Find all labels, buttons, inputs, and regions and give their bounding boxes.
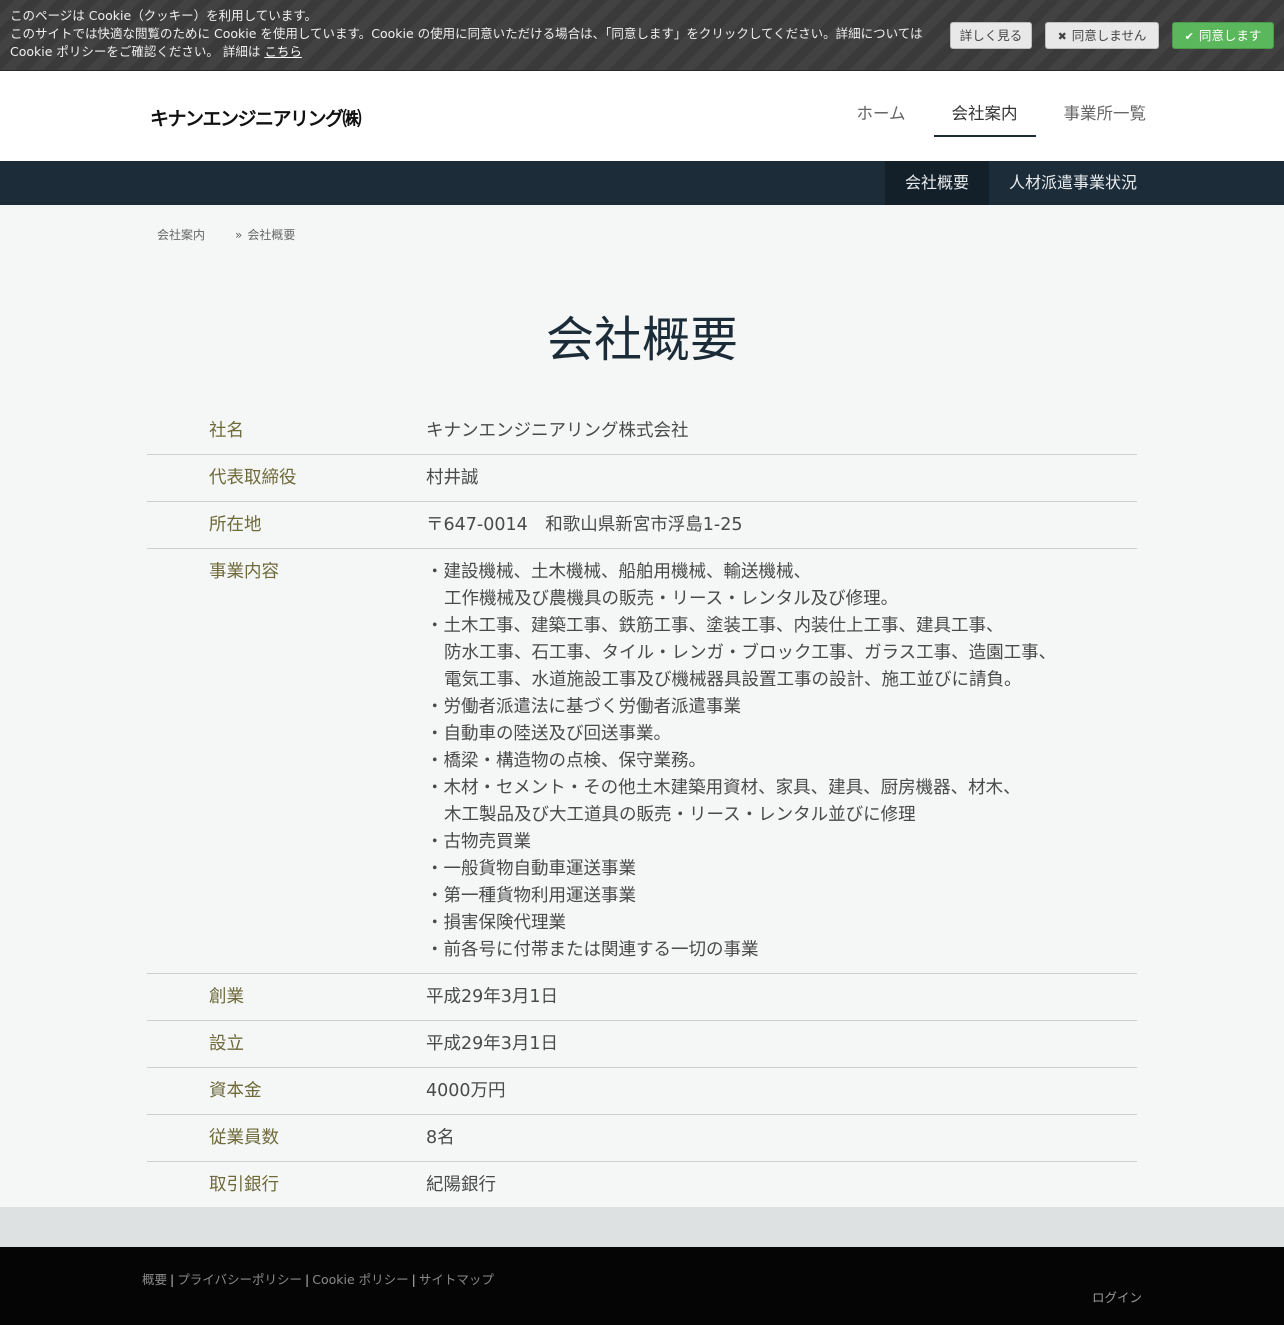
row-value: 4000万円 <box>426 1081 506 1101</box>
table-row: 所在地 〒647-0014 和歌山県新宮市浮島1-25 <box>147 502 1137 549</box>
row-value: 平成29年3月1日 <box>426 987 559 1007</box>
business-list: ・建設機械、土木機械、船舶用機械、輸送機械、 工作機械及び農機具の販売・リース・… <box>426 559 1056 964</box>
list-item: ・労働者派遣法に基づく労働者派遣事業 <box>426 697 741 717</box>
close-icon: ✖ <box>1057 30 1067 43</box>
subnav-item-staffing[interactable]: 人材派遣事業状況 <box>989 161 1157 205</box>
row-label: 創業 <box>209 987 244 1007</box>
row-label: 従業員数 <box>209 1128 279 1148</box>
footer-link-privacy[interactable]: プライバシーポリシー <box>177 1272 302 1287</box>
cookie-banner: このページは Cookie（クッキー）を利用しています。 このサイトでは快適な閲… <box>0 0 1284 71</box>
nav-item-offices[interactable]: 事業所一覧 <box>1046 93 1165 137</box>
cookie-deny-button[interactable]: ✖ 同意しません <box>1045 22 1159 49</box>
table-row: 設立 平成29年3月1日 <box>147 1021 1137 1068</box>
list-item: 電気工事、水道施設工事及び機械器具設置工事の設計、施工並びに請負。 <box>444 670 1022 690</box>
list-item: ・一般貨物自動車運送事業 <box>426 859 636 879</box>
row-value: 紀陽銀行 <box>426 1175 496 1195</box>
footer-link-sitemap[interactable]: サイトマップ <box>419 1272 494 1287</box>
row-value: キナンエンジニアリング株式会社 <box>426 421 689 441</box>
login-link[interactable]: ログイン <box>1092 1287 1142 1306</box>
row-value: 8名 <box>426 1128 455 1148</box>
table-row: 創業 平成29年3月1日 <box>147 974 1137 1021</box>
row-label: 資本金 <box>209 1081 262 1101</box>
site-header: キナンエンジニアリング㈱ ホーム 会社案内 事業所一覧 <box>0 71 1284 161</box>
footer-links: 概要 | プライバシーポリシー | Cookie ポリシー | サイトマップ <box>142 1269 494 1288</box>
table-row: 資本金 4000万円 <box>147 1068 1137 1115</box>
check-icon: ✔ <box>1184 30 1194 43</box>
footer-spacer <box>0 1207 1284 1247</box>
footer-separator: | <box>305 1272 310 1287</box>
site-footer: 概要 | プライバシーポリシー | Cookie ポリシー | サイトマップ ログイン <box>0 1247 1284 1325</box>
table-row: 社名 キナンエンジニアリング株式会社 <box>147 408 1137 455</box>
row-label: 代表取締役 <box>209 468 297 488</box>
cookie-agree-label: 同意します <box>1198 28 1262 43</box>
row-label: 事業内容 <box>209 562 279 582</box>
cookie-line1: このページは Cookie（クッキー）を利用しています。 <box>10 8 318 23</box>
list-item: ・古物売買業 <box>426 832 531 852</box>
cookie-agree-button[interactable]: ✔ 同意します <box>1172 22 1274 49</box>
subnav-item-overview[interactable]: 会社概要 <box>884 161 989 205</box>
list-item: ・橋梁・構造物の点検、保守業務。 <box>426 751 706 771</box>
list-item: 木工製品及び大工道具の販売・リース・レンタル並びに修理 <box>444 805 916 825</box>
footer-separator: | <box>411 1272 416 1287</box>
cookie-more-button[interactable]: 詳しく見る <box>950 22 1032 49</box>
main-nav: ホーム 会社案内 事業所一覧 <box>828 93 1164 137</box>
row-label: 設立 <box>209 1034 244 1054</box>
cookie-details-link[interactable]: こちら <box>264 44 302 59</box>
list-item: ・建設機械、土木機械、船舶用機械、輸送機械、 <box>426 562 811 582</box>
footer-link-cookie[interactable]: Cookie ポリシー <box>312 1272 408 1287</box>
table-row: 代表取締役 村井誠 <box>147 455 1137 502</box>
list-item: ・損害保険代理業 <box>426 913 566 933</box>
site-logo[interactable]: キナンエンジニアリング㈱ <box>150 104 362 131</box>
cookie-line2: このサイトでは快適な閲覧のために Cookie を使用しています。Cookie … <box>10 26 923 59</box>
list-item: ・第一種貨物利用運送事業 <box>426 886 636 906</box>
row-label: 社名 <box>209 421 244 441</box>
list-item: 工作機械及び農機具の販売・リース・レンタル及び修理。 <box>444 589 899 609</box>
row-value: 村井誠 <box>426 468 479 488</box>
breadcrumb-current: 会社概要 <box>247 228 296 242</box>
row-value: 平成29年3月1日 <box>426 1034 559 1054</box>
footer-separator: | <box>170 1272 175 1287</box>
sub-nav: 会社概要 人材派遣事業状況 <box>0 161 1284 205</box>
table-row: 従業員数 8名 <box>147 1115 1137 1162</box>
footer-link-overview[interactable]: 概要 <box>142 1272 167 1287</box>
list-item: ・前各号に付帯または関連する一切の事業 <box>426 940 759 960</box>
cookie-deny-label: 同意しません <box>1071 28 1147 43</box>
cookie-more-label: 詳しく見る <box>959 28 1023 43</box>
row-label: 所在地 <box>209 515 262 535</box>
row-label: 取引銀行 <box>209 1175 279 1195</box>
nav-item-home[interactable]: ホーム <box>838 93 923 137</box>
page-title: 会社概要 <box>545 312 738 368</box>
company-info-table: 社名 キナンエンジニアリング株式会社 代表取締役 村井誠 所在地 〒647-0014 … <box>147 408 1137 1209</box>
list-item: 防水工事、石工事、タイル・レンガ・ブロック工事、ガラス工事、造園工事、 <box>444 643 1057 663</box>
breadcrumb-separator: » <box>235 228 243 242</box>
list-item: ・自動車の陸送及び回送事業。 <box>426 724 671 744</box>
table-row: 事業内容 ・建設機械、土木機械、船舶用機械、輸送機械、 工作機械及び農機具の販売… <box>147 549 1137 974</box>
list-item: ・木材・セメント・その他土木建築用資材、家具、建具、厨房機器、材木、 <box>426 778 1021 798</box>
row-value: 〒647-0014 和歌山県新宮市浮島1-25 <box>426 515 743 535</box>
table-row: 取引銀行 紀陽銀行 <box>147 1162 1137 1209</box>
breadcrumb-parent[interactable]: 会社案内 <box>157 228 205 242</box>
list-item: ・土木工事、建築工事、鉄筋工事、塗装工事、内装仕上工事、建具工事、 <box>426 616 1004 636</box>
breadcrumb: 会社案内 » 会社概要 <box>157 226 295 243</box>
cookie-message: このページは Cookie（クッキー）を利用しています。 このサイトでは快適な閲… <box>10 7 940 61</box>
nav-item-company[interactable]: 会社案内 <box>933 93 1036 137</box>
